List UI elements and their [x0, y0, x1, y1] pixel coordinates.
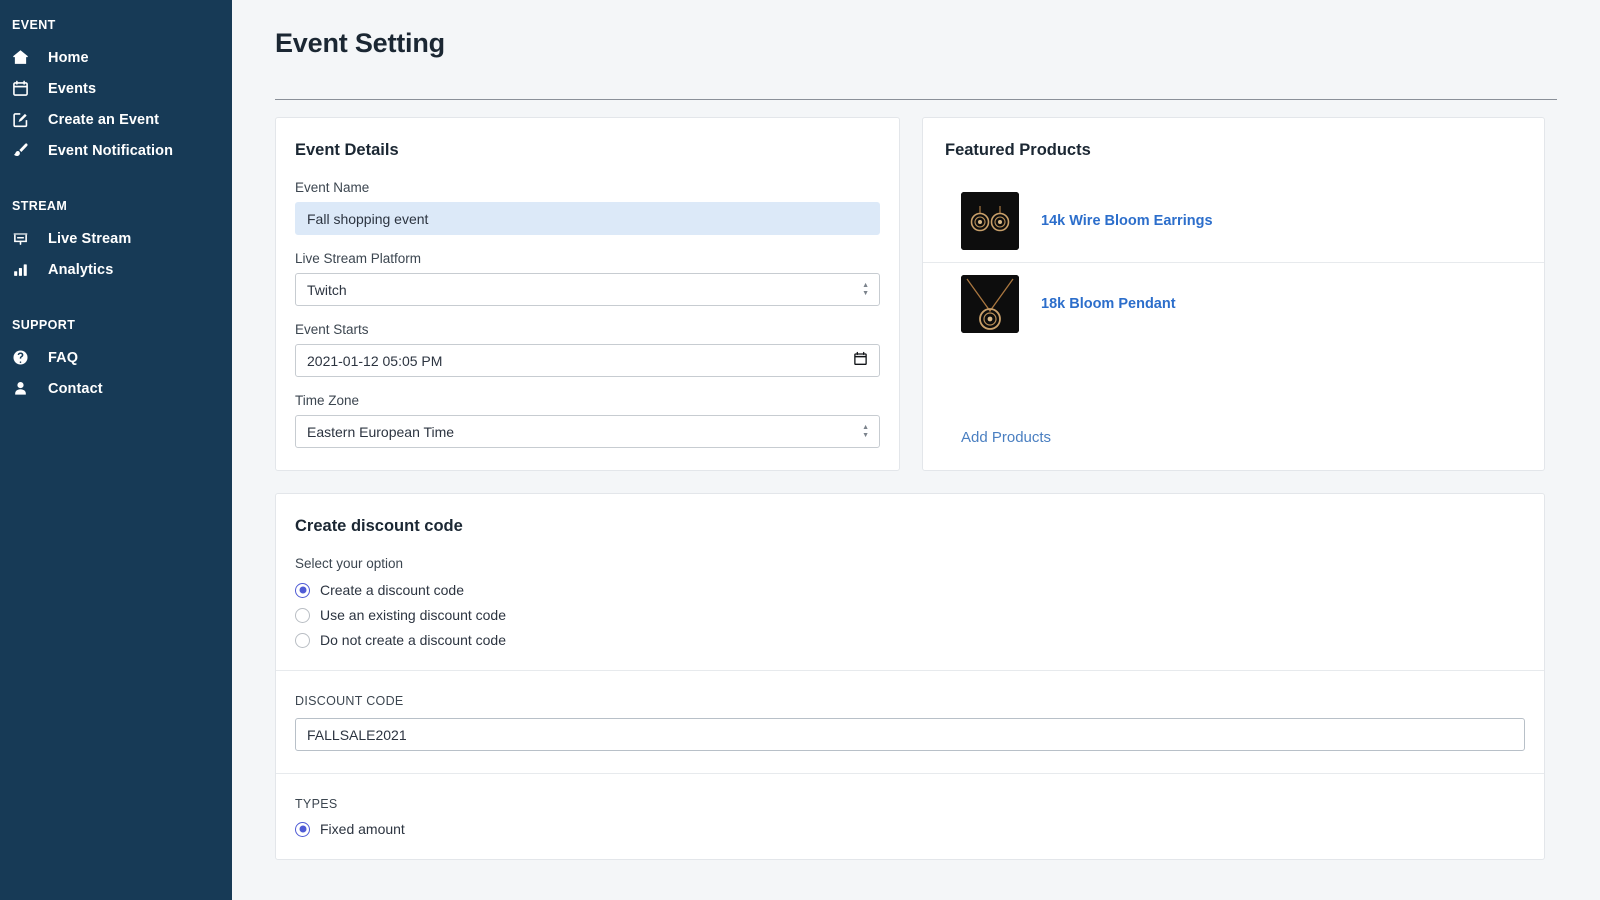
question-circle-icon — [12, 347, 38, 369]
event-details-title: Event Details — [295, 141, 880, 160]
field-event-name: Event Name — [295, 180, 880, 235]
discount-option-none[interactable]: Do not create a discount code — [295, 632, 1525, 648]
sidebar-item-analytics[interactable]: Analytics — [0, 254, 232, 285]
discount-option-create[interactable]: Create a discount code — [295, 582, 1525, 598]
sidebar-item-label: Live Stream — [48, 231, 131, 247]
type-option-fixed-amount[interactable]: Fixed amount — [295, 821, 1525, 837]
add-products-button[interactable]: Add Products — [961, 429, 1051, 446]
main-content: Event Setting Event Details Event Name L… — [232, 0, 1600, 900]
radio-indicator[interactable] — [295, 608, 310, 623]
featured-products-footer: Add Products — [923, 429, 1544, 470]
page-title: Event Setting — [275, 28, 1600, 59]
discount-card-title: Create discount code — [295, 517, 1525, 536]
discount-code-input[interactable] — [295, 718, 1525, 751]
select-your-option-label: Select your option — [295, 556, 1525, 571]
sidebar-section-event: EVENT Home Events Create an Event — [0, 18, 232, 166]
discount-code-label: DISCOUNT CODE — [295, 694, 1525, 708]
paintbrush-icon — [12, 140, 38, 162]
sidebar-item-label: Analytics — [48, 262, 113, 278]
radio-label: Use an existing discount code — [320, 607, 506, 623]
sidebar-section-label-stream: STREAM — [0, 199, 232, 213]
discount-options-block: Create discount code Select your option … — [276, 494, 1544, 670]
calendar-icon — [12, 78, 38, 100]
time-zone-label: Time Zone — [295, 393, 880, 408]
sidebar-item-home[interactable]: Home — [0, 42, 232, 73]
field-time-zone: Time Zone Eastern European Time ▲▼ — [295, 393, 880, 448]
radio-label: Create a discount code — [320, 582, 464, 598]
product-list-item[interactable]: 18k Bloom Pendant — [923, 263, 1544, 345]
types-label: TYPES — [295, 797, 1525, 811]
sidebar-section-support: SUPPORT FAQ Contact — [0, 318, 232, 404]
sidebar-item-event-notification[interactable]: Event Notification — [0, 135, 232, 166]
featured-products-title: Featured Products — [923, 141, 1544, 160]
sidebar-item-label: Contact — [48, 381, 103, 397]
sidebar-item-faq[interactable]: FAQ — [0, 342, 232, 373]
sidebar-item-events[interactable]: Events — [0, 73, 232, 104]
discount-code-block: DISCOUNT CODE — [276, 671, 1544, 773]
sidebar-item-live-stream[interactable]: Live Stream — [0, 223, 232, 254]
earrings-thumbnail-icon — [961, 192, 1019, 250]
product-list-item[interactable]: 14k Wire Bloom Earrings — [923, 180, 1544, 263]
sidebar-item-label: Event Notification — [48, 143, 173, 159]
edit-square-icon — [12, 109, 38, 131]
bar-chart-icon — [12, 259, 38, 281]
pendant-thumbnail-icon — [961, 275, 1019, 333]
event-starts-input[interactable] — [295, 344, 880, 377]
sidebar-item-label: FAQ — [48, 350, 78, 366]
app-root: EVENT Home Events Create an Event — [0, 0, 1600, 900]
home-icon — [12, 47, 38, 69]
event-details-card: Event Details Event Name Live Stream Pla… — [275, 117, 900, 471]
time-zone-select[interactable]: Eastern European Time — [295, 415, 880, 448]
monitor-icon — [12, 228, 38, 250]
radio-label: Do not create a discount code — [320, 632, 506, 648]
radio-label: Fixed amount — [320, 821, 405, 837]
radio-indicator[interactable] — [295, 822, 310, 837]
content-area: Event Details Event Name Live Stream Pla… — [232, 100, 1600, 860]
create-discount-code-card: Create discount code Select your option … — [275, 493, 1545, 860]
sidebar-item-label: Create an Event — [48, 112, 159, 128]
platform-label: Live Stream Platform — [295, 251, 880, 266]
event-name-label: Event Name — [295, 180, 880, 195]
sidebar-section-label-event: EVENT — [0, 18, 232, 32]
product-name-link[interactable]: 18k Bloom Pendant — [1041, 296, 1176, 312]
page-header: Event Setting — [232, 0, 1600, 59]
event-name-input[interactable] — [295, 202, 880, 235]
top-row: Event Details Event Name Live Stream Pla… — [275, 117, 1545, 471]
event-starts-label: Event Starts — [295, 322, 880, 337]
sidebar-item-label: Events — [48, 81, 96, 97]
product-name-link[interactable]: 14k Wire Bloom Earrings — [1041, 213, 1213, 229]
person-icon — [12, 378, 38, 400]
radio-indicator[interactable] — [295, 633, 310, 648]
sidebar-section-label-support: SUPPORT — [0, 318, 232, 332]
sidebar-item-contact[interactable]: Contact — [0, 373, 232, 404]
sidebar-item-create-an-event[interactable]: Create an Event — [0, 104, 232, 135]
sidebar-section-stream: STREAM Live Stream Analytics — [0, 199, 232, 285]
sidebar: EVENT Home Events Create an Event — [0, 0, 232, 900]
discount-option-existing[interactable]: Use an existing discount code — [295, 607, 1525, 623]
field-event-starts: Event Starts — [295, 322, 880, 377]
field-live-stream-platform: Live Stream Platform Twitch ▲▼ — [295, 251, 880, 306]
types-block: TYPES Fixed amount — [276, 774, 1544, 859]
featured-products-card: Featured Products — [922, 117, 1545, 471]
product-list: 14k Wire Bloom Earrings — [923, 180, 1544, 345]
radio-indicator[interactable] — [295, 583, 310, 598]
sidebar-item-label: Home — [48, 50, 89, 66]
platform-select[interactable]: Twitch — [295, 273, 880, 306]
